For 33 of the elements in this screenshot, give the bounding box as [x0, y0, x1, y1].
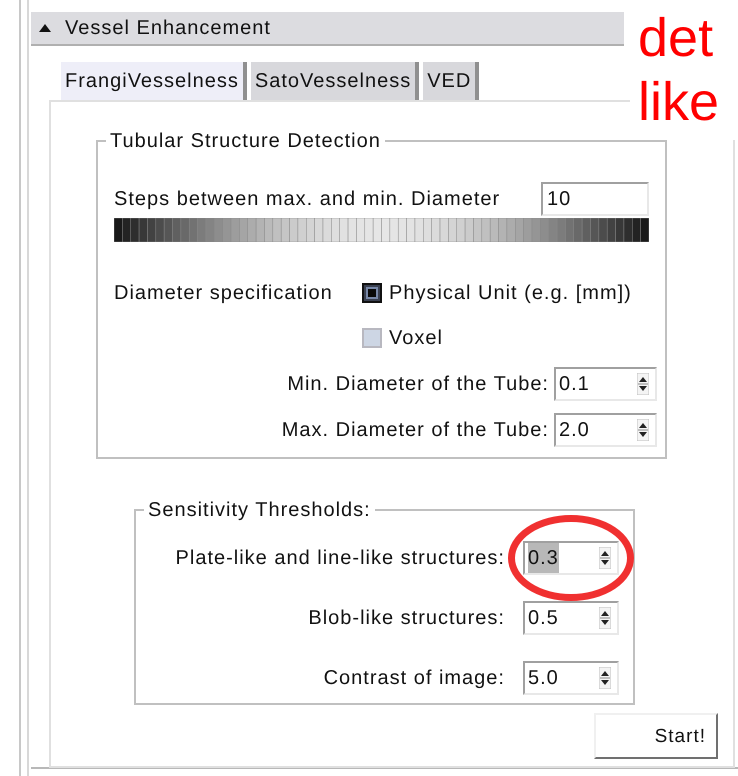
- start-button[interactable]: Start!: [594, 713, 718, 759]
- spinner-arrows-icon[interactable]: [599, 667, 611, 689]
- field-label: Max. Diameter of the Tube:: [282, 418, 549, 443]
- field-label: Contrast of image:: [324, 666, 505, 691]
- spinner-arrows-icon[interactable]: [599, 607, 611, 629]
- number-field[interactable]: 5.0: [523, 661, 619, 695]
- tab[interactable]: SatoVesselness: [250, 62, 420, 100]
- number-field[interactable]: 0.3: [523, 541, 619, 575]
- tab[interactable]: VED: [423, 62, 480, 100]
- annotation-text: det: [638, 7, 714, 70]
- number-field[interactable]: 0.1: [554, 367, 657, 401]
- tab[interactable]: FrangiVesselness: [61, 62, 247, 100]
- collapse-triangle-icon: [39, 24, 51, 32]
- number-field[interactable]: 0.5: [523, 601, 619, 635]
- steps-field[interactable]: 10: [541, 182, 649, 216]
- spinner-arrows-icon[interactable]: [637, 373, 649, 395]
- annotation-text: like: [638, 71, 720, 134]
- option-label: Physical Unit (e.g. [mm]): [389, 281, 632, 306]
- spinner-arrows-icon[interactable]: [637, 419, 649, 441]
- steps-label: Steps between max. and min. Diameter: [114, 187, 500, 212]
- diameter-label: Diameter specification: [114, 281, 334, 306]
- field-label: Min. Diameter of the Tube:: [287, 372, 549, 397]
- field-label: Plate-like and line-like structures:: [176, 546, 505, 571]
- spinner-arrows-icon[interactable]: [599, 547, 611, 569]
- field-label: Blob-like structures:: [308, 606, 505, 631]
- checkbox[interactable]: [362, 283, 382, 303]
- group-title: Tubular Structure Detection: [109, 129, 382, 154]
- group-title: Sensitivity Thresholds:: [147, 498, 372, 523]
- checkbox[interactable]: [362, 328, 382, 348]
- number-field[interactable]: 2.0: [554, 413, 657, 447]
- option-label: Voxel: [389, 326, 443, 351]
- section-header[interactable]: Vessel Enhancement: [31, 12, 624, 46]
- section-title: Vessel Enhancement: [65, 16, 271, 41]
